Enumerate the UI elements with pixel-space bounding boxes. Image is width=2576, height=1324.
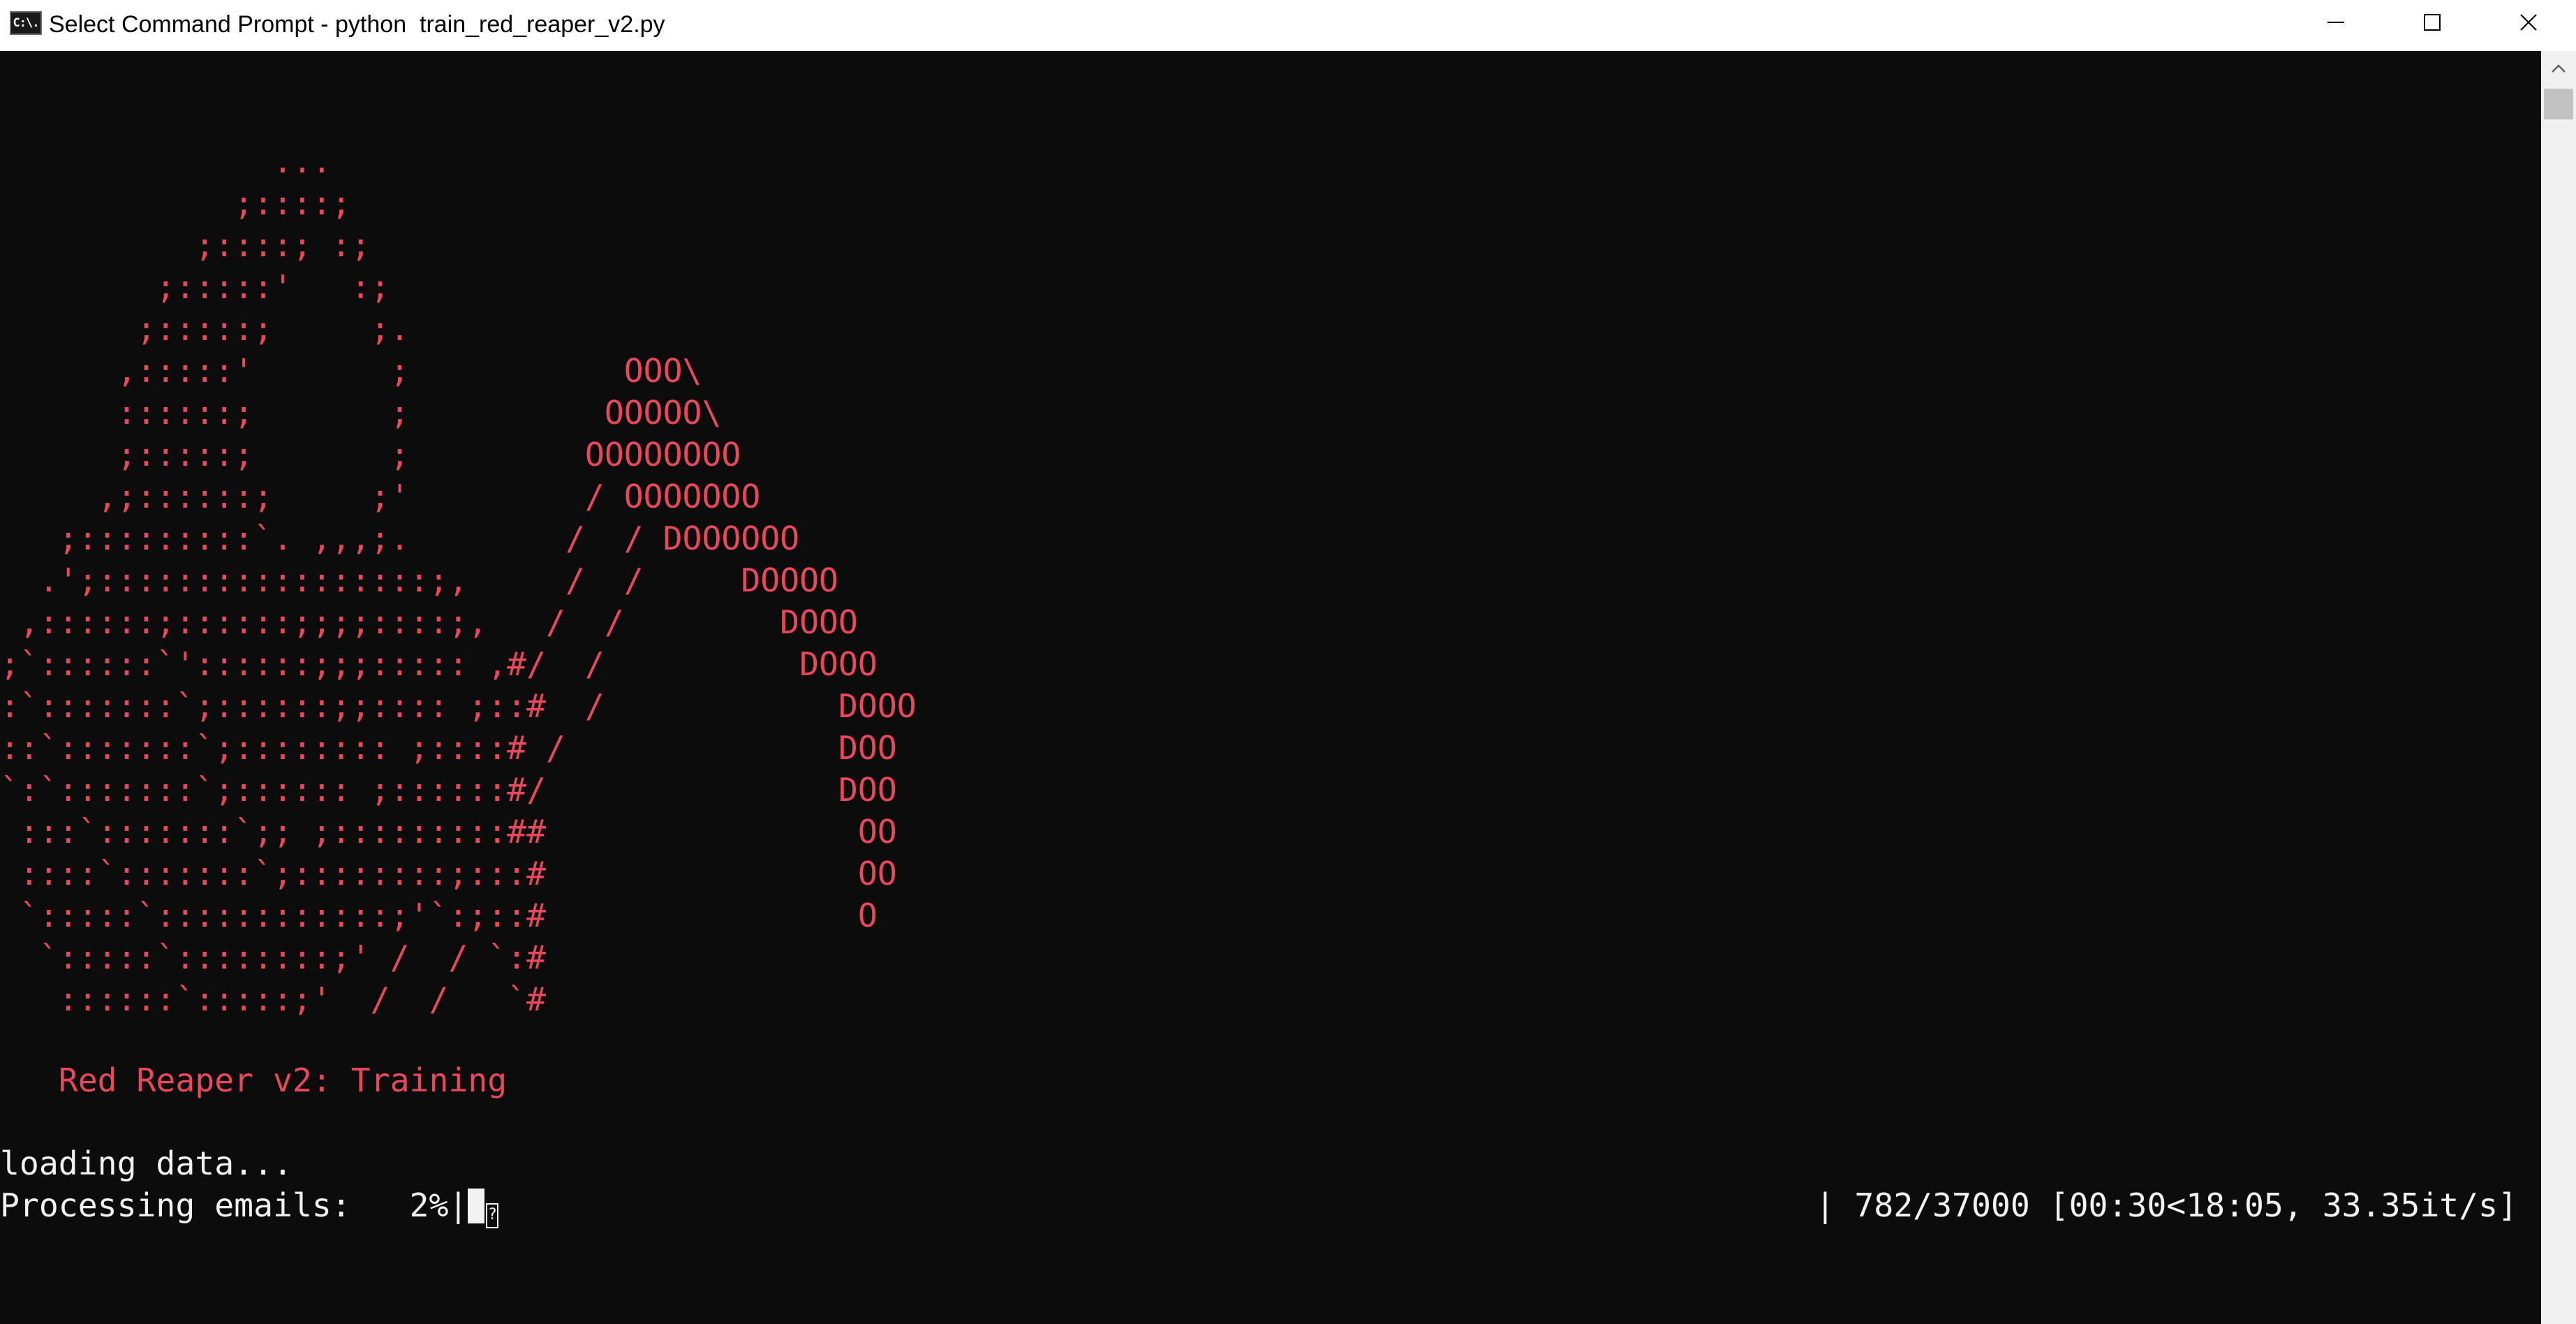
progress-percent: 2%: [409, 1186, 449, 1224]
minimize-button[interactable]: [2288, 0, 2384, 44]
close-icon: [2520, 13, 2537, 31]
minimize-icon: [2327, 21, 2344, 23]
progress-label: Processing emails:: [0, 1186, 351, 1224]
progress-line: Processing emails: 2%|?: [0, 1184, 499, 1228]
scroll-thumb[interactable]: [2544, 89, 2573, 119]
training-title: Red Reaper v2: Training: [0, 1061, 508, 1099]
progress-stats: | 782/37000 [00:30<18:05, 33.35it/s]: [1815, 1186, 2517, 1224]
missing-glyph-box: ?: [486, 1203, 499, 1228]
command-prompt-icon[interactable]: C:\.: [10, 11, 42, 35]
scroll-up-button[interactable]: [2541, 51, 2576, 86]
scroll-up-arrow-icon: [2552, 64, 2566, 73]
loading-data-line: loading data...: [0, 1145, 293, 1182]
console-output[interactable]: ... ;::::; ;::::; :; ;:::::' :; ;:::::; …: [0, 51, 2541, 1324]
red-reaper-ascii-art: ... ;::::; ;::::; :; ;:::::' :; ;:::::; …: [0, 142, 917, 1018]
command-prompt-window: C:\. Select Command Prompt - python trai…: [0, 0, 2576, 1324]
progress-bar-fill: [468, 1189, 485, 1223]
maximize-icon: [2424, 13, 2441, 31]
maximize-button[interactable]: [2384, 0, 2480, 44]
vertical-scrollbar[interactable]: [2541, 51, 2576, 1324]
close-button[interactable]: [2480, 0, 2576, 44]
title-bar[interactable]: C:\. Select Command Prompt - python trai…: [0, 0, 2576, 51]
window-title: Select Command Prompt - python train_red…: [49, 11, 665, 38]
